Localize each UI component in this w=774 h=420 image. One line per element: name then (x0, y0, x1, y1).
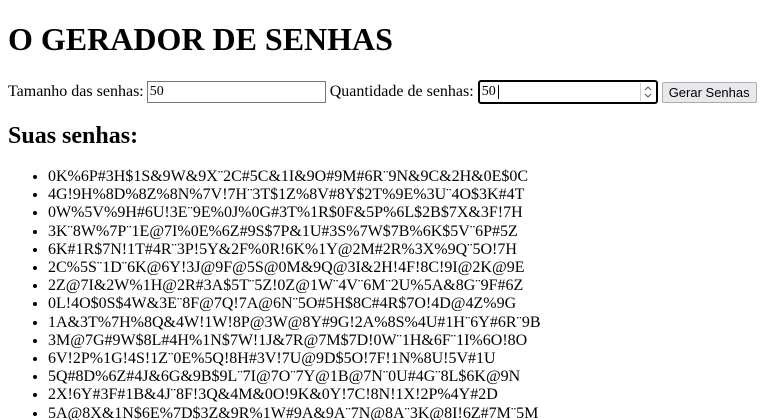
text-caret (497, 85, 499, 99)
password-item: 2Z@7I&2W%1H@2R#3A$5T¨5Z!0Z@1W¨4V¨6M¨2U%5… (48, 277, 766, 295)
spinner-arrows-icon (644, 86, 652, 98)
page: O GERADOR DE SENHAS Tamanho das senhas: … (0, 21, 774, 420)
generate-button[interactable]: Gerar Senhas (661, 81, 757, 103)
length-label: Tamanho das senhas: (8, 83, 144, 100)
password-item: 5Q#8D%6Z#4J&6G&9B$9L¨7I@7O¨7Y@1B@7N¨0U#4… (48, 368, 766, 386)
page-title: O GERADOR DE SENHAS (8, 21, 393, 57)
quantity-label: Quantidade de senhas: (329, 83, 474, 100)
password-item: 6V!2P%1G!4S!1Z¨0E%5Q!8H#3V!7U@9D$5O!7F!1… (48, 350, 766, 368)
password-item: 2X!6Y#3F#1B&4J¨8F!3Q&4M&0O!9K&0Y!7C!8N!1… (48, 386, 766, 404)
password-item: 6K#1R$7N!1T#4R¨3P!5Y&2F%0R!6K%1Y@2M#2R%3… (48, 241, 766, 259)
password-item: 0K%6P#3H$1S&9W&9X¨2C#5C&1I&9O#9M#6R¨9N&9… (48, 168, 766, 186)
password-item: 0L!4O$0S$4W&3E¨8F@7Q!7A@6N¨5O#5H$8C#4R$7… (48, 295, 766, 313)
password-item: 1A&3T%7H%8Q&4W!1W!8P@3W@8Y#9G!2A%8S%4U#1… (48, 314, 766, 332)
length-input[interactable]: 50 (146, 81, 326, 103)
quantity-input[interactable]: 50 (477, 80, 658, 104)
results-heading: Suas senhas: (8, 123, 139, 149)
password-item: 2C%5S¨1D¨6K@6Y!3J@9F@5S@0M&9Q@3I&2H!4F!8… (48, 259, 766, 277)
quantity-value: 50 (481, 84, 496, 99)
password-list: 0K%6P#3H$1S&9W&9X¨2C#5C&1I&9O#9M#6R¨9N&9… (8, 168, 766, 420)
generator-form: Tamanho das senhas: 50 Quantidade de sen… (8, 80, 766, 104)
password-item: 3M@7G#9W$8L#4H%1N$7W!1J&7R@7M$7D!0W¨1H&6… (48, 332, 766, 350)
password-item: 0W%5V%9H#6U!3E¨9E%0J%0G#3T%1R$0F&5P%6L$2… (48, 204, 766, 222)
password-item: 3K¨8W%7P¨1E@7I%0E%6Z#9S$7P&1U#3S%7W$7B%6… (48, 223, 766, 241)
password-item: 4G!9H%8D%8Z%8N%7V!7H¨3T$1Z%8V#8Y$2T%9E%3… (48, 186, 766, 204)
quantity-spinner[interactable] (639, 83, 655, 101)
password-item: 5A@8X&1N$6E%7D$3Z&9R%1W#9A&9A¨7N@8A¨3K@8… (48, 405, 766, 420)
